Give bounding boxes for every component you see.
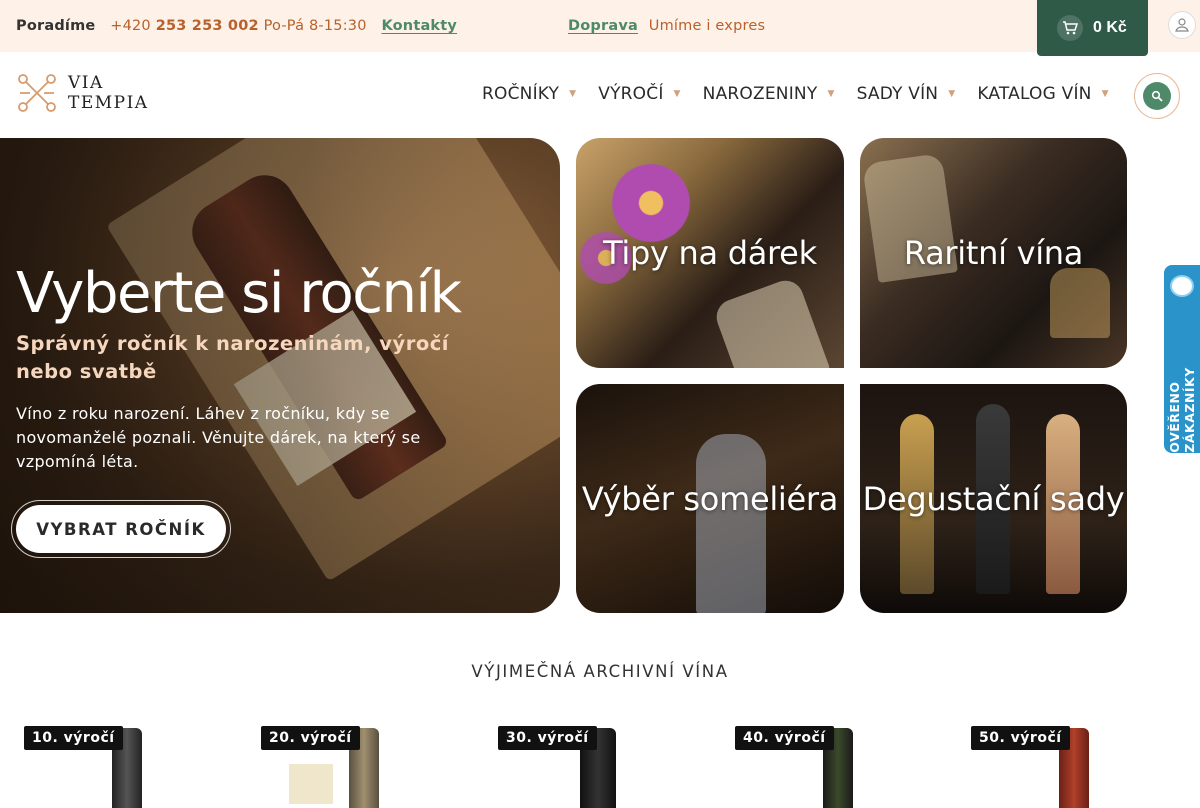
top-bar: Poradíme +420 253 253 002 Po-Pá 8-15:30 … xyxy=(0,0,1200,52)
hero-description: Víno z roku narození. Láhev z ročníku, k… xyxy=(16,404,421,471)
anniversary-badge: 40. výročí xyxy=(735,726,834,750)
advice-label: Poradíme xyxy=(16,18,96,34)
nav-item-narozeniny[interactable]: NAROZENINY ▼ xyxy=(703,84,835,104)
caret-down-icon: ▼ xyxy=(948,89,956,99)
anniversary-badge: 30. výročí xyxy=(498,726,597,750)
cart-button[interactable]: 0 Kč xyxy=(1037,0,1148,56)
tile-rare-wines[interactable]: Raritní vína xyxy=(860,138,1127,368)
logo-line2: TEMPIA xyxy=(68,93,149,113)
section-title: VÝJIMEČNÁ ARCHIVNÍ VÍNA xyxy=(471,662,729,681)
product-card[interactable]: 20. výročí xyxy=(261,724,498,808)
heureka-badge-icon xyxy=(1170,275,1194,298)
nav-item-vyroci[interactable]: VÝROČÍ ▼ xyxy=(598,84,680,104)
choose-vintage-button[interactable]: VYBRAT ROČNÍK xyxy=(16,505,226,553)
tile-label: Raritní vína xyxy=(903,234,1084,272)
cart-total: 0 Kč xyxy=(1093,19,1127,36)
tile-sommelier-choice[interactable]: Výběr someliéra xyxy=(576,384,844,613)
badge-label: OVĚŘENO ZÁKAZNÍKY xyxy=(1167,367,1197,453)
cart-icon xyxy=(1057,15,1083,41)
nav-label: ROČNÍKY xyxy=(482,84,560,104)
tile-label: Tipy na dárek xyxy=(603,234,817,272)
product-label-image xyxy=(289,764,333,804)
verified-by-customers-badge[interactable]: OVĚŘENO ZÁKAZNÍKY xyxy=(1164,265,1200,453)
shipping-text: Umíme i expres xyxy=(648,18,766,34)
opening-hours: Po-Pá 8-15:30 xyxy=(263,18,367,34)
anniversary-badge: 50. výročí xyxy=(971,726,1070,750)
user-account-button[interactable] xyxy=(1168,11,1196,39)
shipping-info: Doprava Umíme i expres xyxy=(568,18,765,34)
caret-down-icon: ▼ xyxy=(673,89,681,99)
main-nav: ROČNÍKY ▼ VÝROČÍ ▼ NAROZENINY ▼ SADY VÍN ▼ K… xyxy=(482,84,1131,104)
product-card[interactable]: 10. výročí xyxy=(24,724,261,808)
phone-number: 253 253 002 xyxy=(155,18,259,34)
hero-subtitle: Správný ročník k narozeninám, výročí neb… xyxy=(16,332,449,383)
phone-prefix: +420 xyxy=(110,18,151,34)
search-icon xyxy=(1151,90,1163,102)
logo[interactable]: VIA TEMPIA xyxy=(16,72,149,114)
nav-label: KATALOG VÍN xyxy=(977,84,1092,104)
hero-title: Vyberte si ročník xyxy=(16,261,462,326)
user-icon xyxy=(1175,18,1189,32)
anniversary-badge: 10. výročí xyxy=(24,726,123,750)
product-card[interactable]: 30. výročí xyxy=(498,724,735,808)
product-card[interactable]: 50. výročí xyxy=(971,724,1200,808)
nav-label: NAROZENINY xyxy=(702,84,818,104)
caret-down-icon: ▼ xyxy=(1101,89,1109,99)
caret-down-icon: ▼ xyxy=(569,89,577,99)
nav-label: VÝROČÍ xyxy=(598,84,664,104)
nav-item-rocniky[interactable]: ROČNÍKY ▼ xyxy=(482,84,576,104)
product-card[interactable]: 40. výročí xyxy=(735,724,972,808)
shipping-link[interactable]: Doprava xyxy=(568,18,638,34)
nav-label: SADY VÍN xyxy=(856,84,939,104)
logo-icon xyxy=(18,74,56,112)
hero-banner: Vyberte si ročník Správný ročník k naroz… xyxy=(0,138,560,613)
tile-gift-tips[interactable]: Tipy na dárek xyxy=(576,138,844,368)
logo-line1: VIA xyxy=(68,73,104,93)
search-button[interactable] xyxy=(1134,73,1180,119)
nav-item-katalog-vin[interactable]: KATALOG VÍN ▼ xyxy=(977,84,1108,104)
nav-item-sady-vin[interactable]: SADY VÍN ▼ xyxy=(857,84,956,104)
tile-label: Výběr someliéra xyxy=(581,479,839,518)
phone[interactable]: +420 253 253 002 xyxy=(110,18,259,34)
contact-info: Poradíme +420 253 253 002 Po-Pá 8-15:30 … xyxy=(16,18,457,34)
tile-tasting-sets[interactable]: Degustační sady xyxy=(860,384,1127,613)
caret-down-icon: ▼ xyxy=(827,89,835,99)
anniversary-badge: 20. výročí xyxy=(261,726,360,750)
tile-label: Degustační sady xyxy=(862,479,1125,518)
contacts-link[interactable]: Kontakty xyxy=(381,18,457,34)
